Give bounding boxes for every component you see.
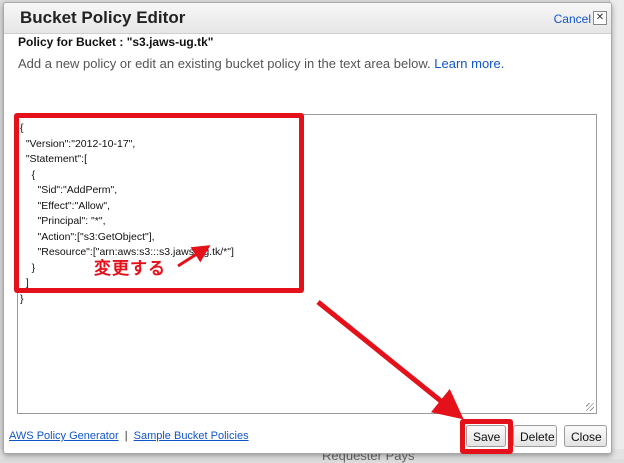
resize-grip-icon[interactable]	[586, 403, 594, 411]
footer-links: AWS Policy Generator | Sample Bucket Pol…	[9, 430, 249, 442]
instructions-body: Add a new policy or edit an existing buc…	[18, 56, 431, 71]
dialog-title: Bucket Policy Editor	[20, 8, 186, 27]
sample-bucket-policies-link[interactable]: Sample Bucket Policies	[134, 430, 249, 442]
learn-more-link[interactable]: Learn more.	[434, 56, 504, 71]
footer-separator: |	[124, 430, 128, 442]
close-icon[interactable]: ✕	[593, 11, 607, 25]
delete-button[interactable]: Delete	[513, 425, 557, 447]
cancel-link[interactable]: Cancel	[554, 12, 591, 26]
instructions-text: Add a new policy or edit an existing buc…	[18, 56, 504, 71]
annotation-highlight-save	[460, 419, 513, 454]
policy-bucket-label: Policy for Bucket : "s3.jaws-ug.tk"	[18, 35, 214, 49]
annotation-label: 変更する	[94, 259, 166, 278]
close-button[interactable]: Close	[564, 425, 607, 447]
dialog-titlebar: Bucket Policy Editor Cancel ✕	[4, 3, 611, 34]
aws-policy-generator-link[interactable]: AWS Policy Generator	[9, 430, 119, 442]
